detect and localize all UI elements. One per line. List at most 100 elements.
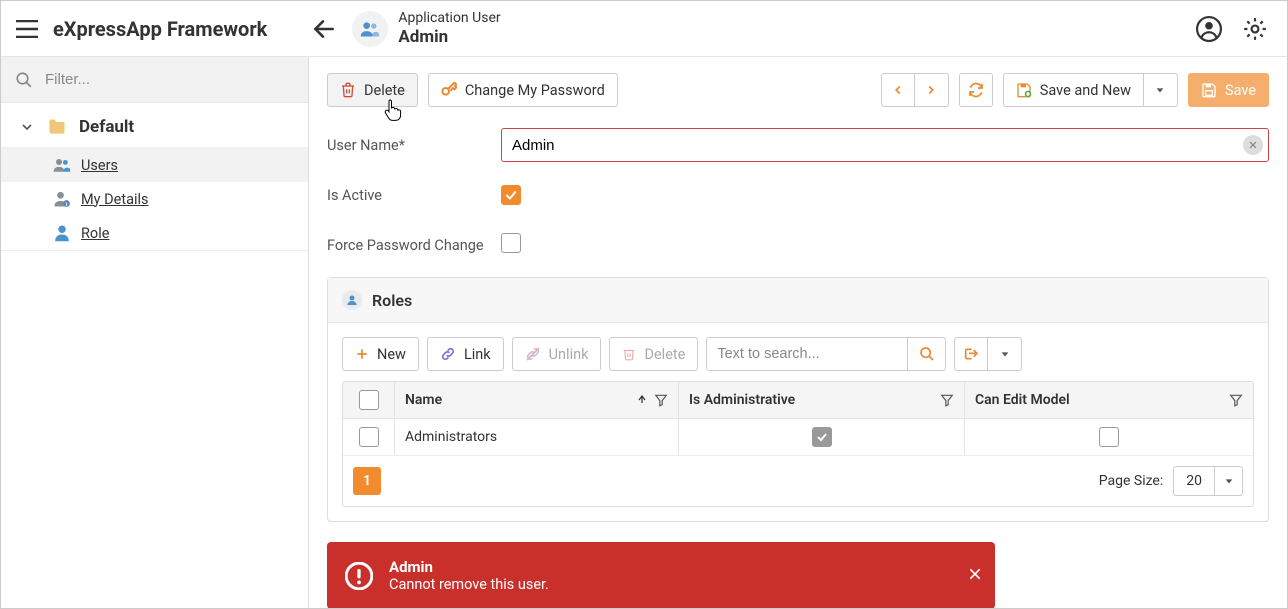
isactive-label: Is Active — [327, 187, 501, 204]
roles-new-label: New — [377, 346, 406, 363]
toast-close-button[interactable] — [967, 566, 983, 586]
hamburger-icon — [16, 20, 38, 38]
toast-message: Cannot remove this user. — [389, 576, 549, 593]
sidebar-item-role[interactable]: Role — [1, 216, 308, 251]
page-size-dropdown[interactable] — [1214, 467, 1242, 495]
arrow-left-icon — [311, 16, 337, 42]
account-button[interactable] — [1193, 13, 1225, 45]
prev-record-button[interactable] — [881, 73, 915, 107]
roles-search-button[interactable] — [907, 338, 945, 370]
trash-icon — [622, 347, 636, 361]
plus-icon — [355, 347, 369, 361]
search-icon — [15, 71, 33, 89]
force-pwd-checkbox[interactable] — [501, 233, 521, 253]
back-button[interactable] — [306, 11, 342, 47]
page-number[interactable]: 1 — [353, 467, 381, 495]
save-and-new-button[interactable]: Save and New — [1003, 73, 1144, 107]
sidebar-item-label: Role — [81, 225, 109, 242]
save-button[interactable]: Save — [1188, 73, 1269, 107]
roles-search-input[interactable] — [707, 338, 907, 370]
change-password-button[interactable]: Change My Password — [428, 73, 618, 107]
delete-button-label: Delete — [364, 82, 405, 99]
users-icon — [360, 19, 380, 39]
row-select-checkbox[interactable] — [359, 427, 379, 447]
username-input[interactable] — [501, 128, 1269, 162]
sidebar-group-default[interactable]: Default — [1, 103, 308, 148]
chevron-left-icon — [891, 83, 905, 97]
save-label: Save — [1225, 82, 1256, 99]
isactive-checkbox[interactable] — [501, 185, 521, 205]
error-toast: Admin Cannot remove this user. — [327, 542, 995, 608]
username-label: User Name* — [327, 137, 501, 154]
roles-export-dropdown[interactable] — [988, 337, 1022, 371]
folder-icon — [47, 117, 67, 137]
change-password-label: Change My Password — [465, 82, 605, 99]
refresh-icon — [968, 82, 984, 98]
entity-type-icon — [352, 11, 388, 47]
sidebar-filter — [1, 57, 308, 103]
save-icon — [1201, 82, 1217, 98]
account-icon — [1196, 16, 1222, 42]
refresh-button[interactable] — [959, 73, 993, 107]
next-record-button[interactable] — [915, 73, 949, 107]
roles-link-button[interactable]: Link — [427, 337, 504, 371]
roles-link-label: Link — [464, 346, 491, 363]
row-canedit-checkbox[interactable] — [1099, 427, 1119, 447]
roles-unlink-button: Unlink — [512, 337, 602, 371]
users-icon — [53, 156, 71, 174]
close-icon — [1248, 140, 1258, 150]
save-and-new-icon — [1016, 82, 1032, 98]
menu-toggle[interactable] — [13, 15, 41, 43]
sidebar-item-label: Users — [81, 157, 118, 174]
clear-username-button[interactable] — [1243, 135, 1263, 155]
delete-button[interactable]: Delete — [327, 73, 418, 107]
sidebar-item-label: My Details — [81, 191, 149, 208]
sidebar: Default Users i My Details Role — [1, 57, 309, 608]
filter-icon[interactable] — [1229, 393, 1243, 407]
app-title: eXpressApp Framework — [53, 17, 267, 41]
page-size-value: 20 — [1174, 473, 1214, 489]
search-icon — [919, 346, 935, 362]
caret-down-icon — [1224, 476, 1234, 486]
export-icon — [963, 346, 979, 362]
filter-icon[interactable] — [654, 393, 668, 407]
table-row[interactable]: Administrators — [343, 419, 1253, 456]
sidebar-filter-input[interactable] — [43, 70, 294, 89]
caret-down-icon — [1155, 85, 1165, 95]
roles-unlink-label: Unlink — [549, 346, 589, 363]
error-icon — [345, 562, 373, 590]
row-isadmin-checkbox[interactable] — [812, 427, 832, 447]
key-icon — [441, 82, 457, 98]
page-size-label: Page Size: — [1099, 473, 1164, 489]
person-icon — [346, 294, 358, 306]
roles-export-button[interactable] — [954, 337, 988, 371]
entity-name-label: Admin — [398, 27, 500, 47]
settings-button[interactable] — [1239, 13, 1271, 45]
chevron-down-icon — [19, 119, 35, 135]
sidebar-item-mydetails[interactable]: i My Details — [1, 182, 308, 216]
link-icon — [440, 346, 456, 362]
save-and-new-dropdown[interactable] — [1144, 73, 1178, 107]
check-icon — [816, 431, 828, 443]
select-all-checkbox[interactable] — [359, 390, 379, 410]
column-header-isadmin[interactable]: Is Administrative — [679, 382, 965, 418]
close-icon — [967, 566, 983, 582]
roles-panel-icon — [342, 290, 362, 310]
roles-delete-label: Delete — [644, 346, 685, 363]
caret-down-icon — [1000, 349, 1010, 359]
sort-asc-icon — [636, 393, 648, 405]
unlink-icon — [525, 346, 541, 362]
roles-new-button[interactable]: New — [342, 337, 419, 371]
sidebar-item-users[interactable]: Users — [1, 148, 308, 182]
roles-grid: Name Is Administrative — [342, 381, 1254, 507]
chevron-right-icon — [924, 83, 938, 97]
column-header-name[interactable]: Name — [395, 382, 679, 418]
roles-delete-button: Delete — [609, 337, 698, 371]
row-name-cell: Administrators — [395, 419, 679, 455]
trash-icon — [340, 82, 356, 98]
column-header-canedit[interactable]: Can Edit Model — [965, 382, 1253, 418]
entity-type-label: Application User — [398, 10, 500, 27]
toast-title: Admin — [389, 558, 549, 576]
page-size-select[interactable]: 20 — [1173, 466, 1243, 496]
filter-icon[interactable] — [940, 393, 954, 407]
